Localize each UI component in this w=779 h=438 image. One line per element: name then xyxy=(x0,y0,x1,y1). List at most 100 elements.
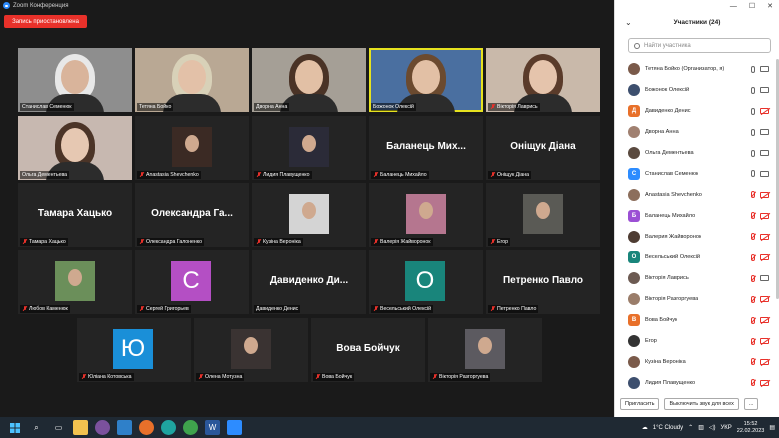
maximize-icon[interactable]: ☐ xyxy=(749,2,755,10)
participant-video-tile[interactable]: Станислав Семенюк xyxy=(18,48,132,112)
participant-list-item[interactable]: О Весельський Олексій xyxy=(615,247,775,268)
participant-video-tile[interactable]: Тамара Хацько Тамара Хацько xyxy=(18,183,132,247)
participant-list-item[interactable]: Егор xyxy=(615,331,775,352)
chevron-down-icon[interactable]: ⌄ xyxy=(625,18,632,27)
mic-muted-icon[interactable] xyxy=(751,379,755,387)
mute-all-button[interactable]: Выключить звук для всех xyxy=(664,398,739,410)
participant-name: Юліана Котовська xyxy=(88,374,132,380)
zoom-taskbar-icon[interactable] xyxy=(227,420,242,435)
more-options-button[interactable]: ... xyxy=(743,398,759,410)
participant-list-item[interactable]: С Станислав Семенюк xyxy=(615,163,775,184)
participant-list-item[interactable]: Вікторія Разгоргуева xyxy=(615,289,775,310)
windows-start-icon[interactable] xyxy=(7,420,22,435)
mic-muted-icon[interactable] xyxy=(751,295,755,303)
mic-icon[interactable] xyxy=(751,149,755,157)
mic-icon[interactable] xyxy=(751,128,755,136)
participant-video-tile[interactable]: Дворна Анна xyxy=(252,48,366,112)
participant-video-tile[interactable]: Ю Юліана Котовська xyxy=(77,318,191,382)
participant-video-tile[interactable]: Олена Мотузна xyxy=(194,318,308,382)
participant-video-tile[interactable]: Егор xyxy=(486,183,600,247)
participant-video-tile[interactable]: Любов Каменюк xyxy=(18,250,132,314)
photos-icon[interactable] xyxy=(117,420,132,435)
mic-muted-icon[interactable] xyxy=(751,191,755,199)
participant-video-tile[interactable]: Оніщук Діана Оніщук Діана xyxy=(486,116,600,180)
participant-list-item[interactable]: Божонок Олексій xyxy=(615,80,775,101)
participant-video-tile[interactable]: С Сергей Григорьев xyxy=(135,250,249,314)
profile-photo-face xyxy=(478,337,492,354)
participant-video-tile[interactable]: Баланець Мих... Баланець Михайло xyxy=(369,116,483,180)
participant-name-label: Оніщук Діана xyxy=(488,171,531,179)
mic-icon[interactable] xyxy=(751,65,755,73)
participant-list-item[interactable]: Anastasia Shevchenko xyxy=(615,184,775,205)
participant-video-tile[interactable]: Давиденко Ди... Давиденко Денис xyxy=(252,250,366,314)
participant-video-tile[interactable]: Петренко Павло Петренко Павло xyxy=(486,250,600,314)
participant-name-label: Егор xyxy=(488,238,511,246)
participant-video-tile[interactable]: Кузіна Вероніка xyxy=(252,183,366,247)
participant-list-name: Тетяна Бойко (Организатор, я) xyxy=(645,66,725,73)
participant-video-tile[interactable]: Вікторія Лаврись xyxy=(486,48,600,112)
minimize-icon[interactable]: — xyxy=(730,3,737,10)
participant-name-label: Кузіна Вероніка xyxy=(254,238,303,246)
participant-list-item[interactable]: Валерия Жайворонок xyxy=(615,226,775,247)
invite-button[interactable]: Пригласить xyxy=(620,398,660,410)
mic-icon[interactable] xyxy=(751,170,755,178)
participant-video-tile[interactable]: Олександра Га... Олександра Галоненко xyxy=(135,183,249,247)
participant-video-tile[interactable]: Валерія Жайворонок xyxy=(369,183,483,247)
clock[interactable]: 15:52 22.02.2023 xyxy=(737,421,765,435)
tray-chevron-icon[interactable]: ⌃ xyxy=(688,424,693,431)
profile-photo-face xyxy=(536,202,550,219)
search-icon[interactable]: ⌕ xyxy=(29,420,44,435)
mic-muted-icon[interactable] xyxy=(751,316,755,324)
firefox-icon[interactable] xyxy=(139,420,154,435)
mic-icon[interactable] xyxy=(751,86,755,94)
mic-muted-icon[interactable] xyxy=(751,233,755,241)
file-explorer-icon[interactable] xyxy=(73,420,88,435)
participant-list-item[interactable]: Ольга Дементьева xyxy=(615,143,775,164)
participant-search-input[interactable]: Найти участника xyxy=(628,38,771,53)
volume-icon[interactable]: ◁) xyxy=(709,424,716,431)
mic-muted-icon[interactable] xyxy=(751,337,755,345)
participant-list-item[interactable]: Д Давиденко Денис xyxy=(615,101,775,122)
camera-icon xyxy=(760,66,769,73)
participant-status-icons xyxy=(751,253,769,261)
participant-name-label: Олександра Галоненко xyxy=(137,238,204,246)
recording-paused-button[interactable]: Запись приостановлена xyxy=(4,15,87,28)
camera-icon xyxy=(760,150,769,156)
participant-video-tile[interactable]: Лидия Плавущенко xyxy=(252,116,366,180)
language-indicator[interactable]: УКР xyxy=(720,425,731,431)
weather-text[interactable]: 1°C Cloudy xyxy=(653,425,683,431)
participant-video-tile[interactable]: Ольга Дементьева xyxy=(18,116,132,180)
participant-list-item[interactable]: Тетяна Бойко (Организатор, я) xyxy=(615,59,775,80)
participant-list-item[interactable]: Кузіна Вероніка xyxy=(615,351,775,372)
network-icon[interactable]: ▥ xyxy=(698,424,704,431)
participant-list-item[interactable]: В Вова Бойчук xyxy=(615,310,775,331)
mic-icon[interactable] xyxy=(751,107,755,115)
mic-muted-icon[interactable] xyxy=(751,358,755,366)
edge-icon[interactable] xyxy=(161,420,176,435)
close-icon[interactable]: ✕ xyxy=(767,2,773,10)
participant-list-name: Баланець Михайло xyxy=(645,212,696,219)
mic-muted-icon xyxy=(490,306,495,312)
participant-list-item[interactable]: Дворна Анна xyxy=(615,122,775,143)
profile-photo-face xyxy=(419,202,433,219)
chrome-icon[interactable] xyxy=(183,420,198,435)
notifications-icon[interactable]: ▤ xyxy=(769,424,775,431)
mic-muted-icon xyxy=(373,172,378,178)
word-icon[interactable]: W xyxy=(205,420,220,435)
task-view-icon[interactable]: ▭ xyxy=(51,420,66,435)
participant-video-tile[interactable]: Anastasia Shevchenko xyxy=(135,116,249,180)
participant-video-tile[interactable]: Тетяна Бойко xyxy=(135,48,249,112)
participant-list-item[interactable]: Вікторія Лаврись xyxy=(615,268,775,289)
mic-muted-icon[interactable] xyxy=(751,253,755,261)
participant-video-tile[interactable]: Вікторія Разгоргуева xyxy=(428,318,542,382)
mic-muted-icon[interactable] xyxy=(751,274,755,282)
mic-muted-icon[interactable] xyxy=(751,212,755,220)
participant-list-item[interactable]: Б Баланець Михайло xyxy=(615,205,775,226)
viber-icon[interactable] xyxy=(95,420,110,435)
participant-name: Валерія Жайворонок xyxy=(380,239,431,245)
participant-video-tile[interactable]: Вова Бойчук Вова Бойчук xyxy=(311,318,425,382)
participant-video-tile[interactable]: О Весельський Олексій xyxy=(369,250,483,314)
participant-status-icons xyxy=(751,170,769,178)
participant-video-tile[interactable]: Божонок Олексій xyxy=(369,48,483,112)
participant-list-item[interactable]: Лидия Плавущенко xyxy=(615,372,775,389)
